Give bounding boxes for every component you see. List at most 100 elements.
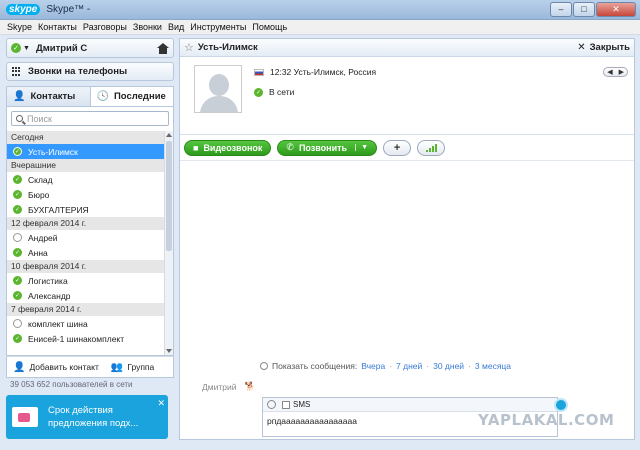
video-camera-icon: ■ [193, 142, 199, 153]
contact-name: Логистика [28, 275, 68, 286]
promo-image-icon [12, 407, 38, 427]
list-item[interactable]: ✓ Логистика [7, 273, 164, 288]
list-item[interactable]: Андрей [7, 230, 164, 245]
status-text: В сети [269, 87, 295, 97]
contact-name: Александр [28, 290, 71, 301]
contact-tabs: 👤 Контакты 🕓 Последние [6, 86, 174, 106]
profile-bar[interactable]: ✓ ▼ Дмитрий С [6, 38, 174, 58]
history-7days-link[interactable]: 7 дней [396, 361, 422, 371]
scroll-thumb[interactable] [166, 141, 172, 251]
group-header: 10 февраля 2014 г. [7, 260, 164, 273]
search-input[interactable]: Поиск [27, 114, 52, 124]
list-item[interactable]: ✓ Енисей-1 шинакомплект [7, 331, 164, 346]
menu-help[interactable]: Помощь [249, 22, 290, 32]
avatar[interactable] [194, 65, 242, 113]
call-quality-button[interactable] [417, 139, 446, 156]
home-icon[interactable] [157, 42, 169, 54]
contact-name: Бюро [28, 189, 50, 200]
time-location: 12:32 Усть-Илимск, Россия [270, 67, 377, 77]
group-button[interactable]: 👥 Группа [105, 362, 160, 373]
conversation-panel: ☆ Усть-Илимск ✕ Закрыть 12:32 Усть-Илимс… [179, 38, 635, 440]
add-contact-label: Добавить контакт [29, 362, 99, 372]
group-label: Группа [127, 362, 155, 372]
next-arrow-icon[interactable]: ▶ [616, 68, 627, 76]
left-panel: ✓ ▼ Дмитрий С Звонки на телефоны 👤 Конта… [6, 38, 174, 448]
online-count: 39 053 652 пользователей в сети [10, 380, 133, 389]
minimize-button[interactable]: – [550, 2, 572, 17]
prev-arrow-icon[interactable]: ◀ [604, 68, 615, 76]
maximize-button[interactable]: □ [573, 2, 595, 17]
list-item[interactable]: комплект шина [7, 316, 164, 331]
list-scrollbar[interactable] [164, 131, 173, 355]
group-header: 12 февраля 2014 г. [7, 217, 164, 230]
history-controls: Показать сообщения: Вчера · 7 дней · 30 … [260, 361, 511, 371]
menu-contacts[interactable]: Контакты [35, 22, 80, 32]
online-status-icon[interactable]: ✓ [11, 43, 21, 53]
group-header: Вчерашние [7, 159, 164, 172]
menu-view[interactable]: Вид [165, 22, 187, 32]
history-3months-link[interactable]: 3 месяца [475, 361, 511, 371]
promo-banner[interactable]: Срок действия предложения подх... ✕ [6, 395, 168, 439]
online-status-icon: ✓ [13, 291, 22, 300]
add-user-icon: 👤 [13, 361, 26, 373]
close-window-button[interactable]: ✕ [596, 2, 636, 17]
dog-icon: 🐕 [244, 381, 256, 391]
menu-skype[interactable]: Skype [4, 22, 35, 32]
bottom-actions: 👤 Добавить контакт 👥 Группа [6, 356, 174, 378]
list-item[interactable]: ✓ Склад [7, 172, 164, 187]
tab-contacts[interactable]: 👤 Контакты [7, 87, 90, 106]
phone-icon: ✆ [286, 142, 294, 152]
person-icon: 👤 [13, 91, 26, 102]
recent-list-box: Поиск Сегодня ✓ Усть-Илимск Вчерашние ✓ … [6, 106, 174, 356]
add-contact-button[interactable]: 👤 Добавить контакт [7, 362, 105, 373]
list-item[interactable]: ✓ Анна [7, 245, 164, 260]
title-bar: skype Skype™ - – □ ✕ [0, 0, 640, 20]
location-line: 12:32 Усть-Илимск, Россия [254, 67, 376, 77]
star-icon[interactable]: ☆ [184, 41, 194, 54]
call-button[interactable]: ✆ Позвонить ▼ [277, 139, 378, 156]
typing-indicator: Дмитрий 🐕 [202, 381, 255, 392]
chevron-down-icon[interactable]: ▼ [355, 144, 368, 151]
call-phones-button[interactable]: Звонки на телефоны [6, 62, 174, 81]
menu-calls[interactable]: Звонки [130, 22, 165, 32]
menu-conversations[interactable]: Разговоры [80, 22, 130, 32]
online-status-icon: ✓ [254, 87, 263, 97]
emoticon-icon[interactable] [267, 400, 276, 409]
online-status-icon: ✓ [13, 205, 22, 214]
sender-name: Дмитрий [202, 381, 237, 392]
contact-name: БУХГАЛТЕРИЯ [28, 204, 89, 215]
contact-name: комплект шина [28, 318, 88, 329]
online-status-icon: ✓ [13, 248, 22, 257]
menu-tools[interactable]: Инструменты [187, 22, 249, 32]
list-item[interactable]: ✓ Усть-Илимск [7, 144, 164, 159]
search-box[interactable]: Поиск [11, 111, 169, 126]
tab-recent[interactable]: 🕓 Последние [89, 87, 173, 106]
scroll-down-icon[interactable] [166, 349, 172, 353]
send-button[interactable] [554, 398, 568, 412]
skype-logo: skype [6, 4, 41, 15]
add-button[interactable]: + [383, 139, 412, 156]
video-call-label: Видеозвонок [203, 142, 263, 153]
search-icon [16, 115, 23, 122]
conversation-title: Усть-Илимск [197, 42, 258, 53]
contact-name: Анна [28, 247, 48, 258]
scroll-up-icon[interactable] [166, 133, 172, 137]
group-header: 7 февраля 2014 г. [7, 303, 164, 316]
profile-nav[interactable]: ◀ ▶ [603, 67, 628, 77]
sms-checkbox[interactable] [282, 400, 290, 409]
video-call-button[interactable]: ■ Видеозвонок [184, 139, 272, 156]
tab-recent-label: Последние [113, 91, 166, 102]
close-icon[interactable]: ✕ [577, 42, 585, 53]
chevron-down-icon[interactable]: ▼ [23, 45, 30, 52]
offline-status-icon [13, 233, 22, 242]
history-yesterday-link[interactable]: Вчера [361, 361, 385, 371]
list-item[interactable]: ✓ Бюро [7, 187, 164, 202]
call-bar: ■ Видеозвонок ✆ Позвонить ▼ + [180, 135, 634, 161]
status-line: ✓ В сети [254, 87, 294, 97]
list-item[interactable]: ✓ Александр [7, 288, 164, 303]
history-30days-link[interactable]: 30 дней [433, 361, 464, 371]
close-conversation-button[interactable]: Закрыть [590, 42, 630, 53]
close-icon[interactable]: ✕ [157, 398, 165, 409]
window-controls: – □ ✕ [550, 2, 636, 17]
list-item[interactable]: ✓ БУХГАЛТЕРИЯ [7, 202, 164, 217]
